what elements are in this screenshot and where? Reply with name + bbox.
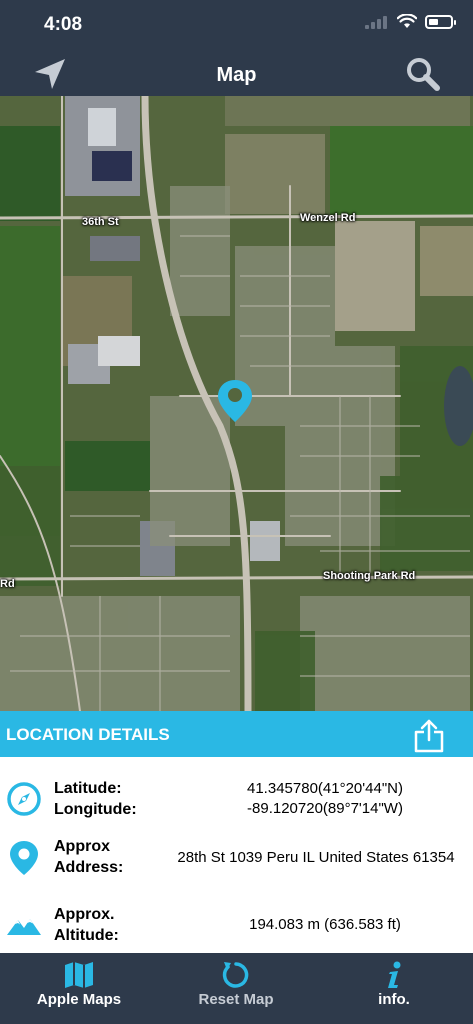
info-icon [388, 961, 401, 988]
search-icon[interactable] [405, 56, 441, 92]
longitude-label: Longitude: [54, 801, 137, 818]
tab-reset-map[interactable]: Reset Map [166, 953, 306, 1024]
tab-info[interactable]: info. [324, 953, 464, 1024]
top-bar: 4:08 Map [0, 0, 473, 96]
road-label-36th-st: 36th St [82, 216, 119, 228]
tab-bar: Apple Maps Reset Map info. [0, 953, 473, 1024]
battery-icon [425, 14, 456, 29]
share-icon[interactable] [413, 718, 445, 754]
address-label-approx: Approx [54, 838, 110, 855]
satellite-map[interactable]: 36th St Wenzel Rd Shooting Park Rd Rd [0, 96, 473, 711]
coordinates-row: Latitude: Longitude: 41.345780(41°20'44"… [0, 767, 473, 829]
page-title: Map [216, 64, 257, 86]
tab-info-label: info. [378, 991, 410, 1008]
location-details-header: LOCATION DETAILS [0, 711, 473, 757]
tab-reset-map-label: Reset Map [198, 991, 274, 1008]
mountain-icon [7, 919, 41, 935]
latitude-value: 41.345780(41°20'44"N) [247, 780, 403, 797]
tab-apple-maps[interactable]: Apple Maps [9, 953, 149, 1024]
map-marker-icon [10, 841, 38, 875]
road-label-wenzel-rd: Wenzel Rd [300, 212, 356, 224]
cellular-signal-icon [365, 15, 389, 29]
longitude-value: -89.120720(89°7'14"W) [247, 800, 403, 817]
status-time: 4:08 [44, 14, 83, 35]
wifi-icon [397, 14, 417, 28]
road-label-rd: Rd [0, 578, 15, 590]
altitude-label-altitude: Altitude: [54, 927, 119, 944]
altitude-value: 194.083 m (636.583 ft) [249, 916, 401, 933]
latitude-label: Latitude: [54, 780, 122, 797]
status-icons [365, 14, 456, 29]
address-value: 28th St 1039 Peru IL United States 61354 [177, 849, 455, 866]
altitude-label-approx: Approx. [54, 906, 115, 923]
location-details-title: LOCATION DETAILS [6, 725, 170, 744]
address-label-address: Address: [54, 859, 124, 876]
location-details-panel: Latitude: Longitude: 41.345780(41°20'44"… [0, 757, 473, 953]
compass-icon [7, 782, 41, 816]
map-icon [65, 962, 93, 988]
tab-apple-maps-label: Apple Maps [36, 991, 122, 1008]
location-pin-icon[interactable] [216, 378, 254, 424]
altitude-row: Approx. Altitude: 194.083 m (636.583 ft) [0, 891, 473, 953]
road-label-shooting-park-rd: Shooting Park Rd [323, 570, 416, 582]
address-row: Approx Address: 28th St 1039 Peru IL Uni… [0, 829, 473, 891]
reset-icon [222, 962, 249, 988]
